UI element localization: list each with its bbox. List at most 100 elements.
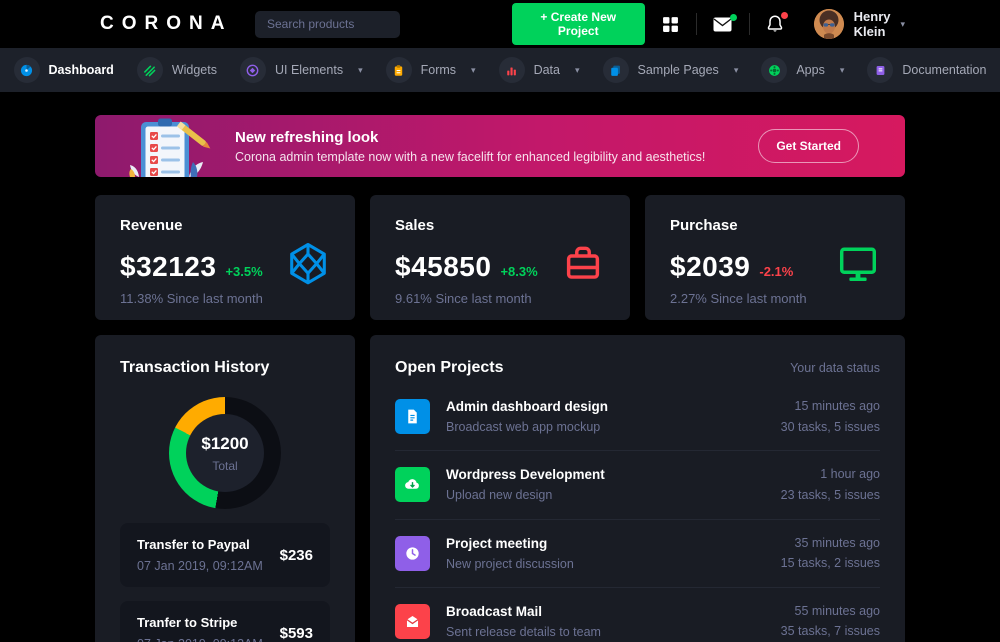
stat-value: $45850 — [395, 251, 492, 282]
project-subtitle: New project discussion — [446, 556, 574, 571]
transaction-date: 07 Jan 2019, 09:12AM — [137, 637, 263, 642]
donut-total-value: $1200 — [201, 433, 249, 453]
ui-elements-icon — [239, 57, 266, 83]
envelope-open-icon — [395, 603, 430, 639]
project-subtitle: Broadcast web app mockup — [446, 420, 601, 435]
nav-label: Sample Pages — [637, 63, 719, 77]
nav-item-dashboard[interactable]: Dashboard — [10, 57, 118, 83]
nav-item-widgets[interactable]: Widgets — [133, 57, 221, 83]
bar-chart-icon — [498, 57, 525, 83]
open-projects-header: Open Projects Your data status — [395, 359, 880, 377]
main-navbar: Dashboard Widgets UI Elements ▾ Forms ▾ … — [0, 48, 1000, 92]
stat-value: $32123 — [120, 251, 217, 282]
data-status-label: Your data status — [790, 361, 880, 375]
project-subtitle: Upload new design — [446, 488, 553, 503]
transaction-name: Tranfer to Stripe — [137, 615, 238, 630]
nav-label: Dashboard — [48, 63, 114, 77]
project-time: 15 minutes ago — [794, 399, 880, 413]
chevron-down-icon: ▾ — [358, 64, 363, 75]
project-row[interactable]: Wordpress Development Upload new design … — [395, 451, 880, 520]
user-avatar[interactable] — [813, 9, 844, 39]
open-projects-card: Open Projects Your data status Admin das… — [370, 335, 905, 642]
apps-grid-icon[interactable] — [645, 16, 696, 33]
donut-center: $1200 Total — [186, 414, 264, 492]
search-input[interactable] — [255, 10, 400, 38]
clock-icon — [395, 535, 430, 571]
banner-title: New refreshing look — [235, 128, 379, 146]
nav-item-ui-elements[interactable]: UI Elements ▾ — [236, 57, 367, 83]
stat-title: Purchase — [670, 217, 738, 234]
monitor-icon — [835, 240, 881, 291]
user-menu-caret-icon[interactable]: ▾ — [900, 19, 905, 30]
stat-note: 9.61% Since last month — [395, 291, 532, 306]
stat-title: Revenue — [120, 217, 183, 234]
mail-icon[interactable] — [696, 13, 749, 32]
get-started-button[interactable]: Get Started — [758, 129, 859, 163]
chevron-down-icon: ▾ — [733, 64, 739, 75]
project-row[interactable]: Admin dashboard design Broadcast web app… — [395, 383, 880, 452]
nav-item-apps[interactable]: Apps ▾ — [757, 57, 848, 83]
stat-title: Sales — [395, 217, 435, 234]
transaction-history-card: Transaction History $1200 Total Transfer… — [95, 335, 355, 642]
transaction-date: 07 Jan 2019, 09:12AM — [137, 559, 263, 573]
project-row[interactable]: Project meeting New project discussion 3… — [395, 520, 880, 588]
topbar-actions: Henry Klein ▾ — [645, 9, 905, 39]
nav-item-data[interactable]: Data ▾ — [495, 57, 584, 83]
project-time: 55 minutes ago — [794, 603, 880, 618]
nav-label: UI Elements — [274, 63, 344, 77]
cloud-download-icon — [395, 467, 430, 503]
transaction-row[interactable]: Transfer to Paypal 07 Jan 2019, 09:12AM … — [120, 523, 330, 587]
stat-note: 11.38% Since last month — [120, 291, 263, 306]
project-time: 35 minutes ago — [794, 535, 880, 550]
project-tasks-issues: 30 tasks, 5 issues — [780, 419, 880, 434]
clipboard-icon — [385, 57, 412, 83]
create-new-project-button[interactable]: + Create New Project — [512, 3, 645, 45]
transaction-donut-chart: $1200 Total — [169, 397, 281, 509]
transaction-name: Transfer to Paypal — [137, 537, 250, 552]
nav-item-documentation[interactable]: Documentation — [863, 57, 990, 83]
cube-icon — [285, 240, 331, 291]
transaction-amount: $236 — [279, 546, 313, 564]
stat-value: $2039 — [670, 251, 751, 282]
chevron-down-icon: ▾ — [839, 64, 845, 75]
notifications-bell-icon[interactable] — [750, 12, 800, 33]
open-projects-title: Open Projects — [395, 359, 504, 376]
project-list: Admin dashboard design Broadcast web app… — [395, 383, 880, 642]
project-subtitle: Sent release details to team — [446, 624, 601, 639]
mail-status-dot — [730, 13, 738, 21]
stats-row: Revenue $32123 +3.5% 11.38% Since last m… — [95, 195, 905, 320]
chevron-down-icon: ▾ — [574, 64, 580, 75]
project-row[interactable]: Broadcast Mail Sent release details to t… — [395, 588, 880, 642]
nav-item-forms[interactable]: Forms ▾ — [382, 57, 480, 83]
stat-change: +8.3% — [500, 264, 538, 279]
project-time: 1 hour ago — [820, 467, 880, 482]
user-name[interactable]: Henry Klein — [854, 9, 895, 39]
project-title: Project meeting — [446, 535, 548, 551]
announcement-banner: New refreshing look Corona admin templat… — [95, 115, 905, 177]
main-content: New refreshing look Corona admin templat… — [95, 92, 905, 642]
purchase-card: Purchase $2039 -2.1% 2.27% Since last mo… — [645, 195, 905, 320]
project-tasks-issues: 23 tasks, 5 issues — [780, 487, 880, 502]
clipboard-illustration — [111, 117, 226, 177]
briefcase-icon — [560, 240, 606, 291]
donut-total-label: Total — [212, 458, 238, 473]
copy-pages-icon — [602, 57, 629, 83]
brand-logo[interactable]: CORONA — [100, 13, 255, 35]
nav-label: Apps — [796, 63, 825, 77]
nav-label: Data — [533, 63, 560, 77]
transaction-amount: $593 — [279, 624, 313, 642]
project-title: Broadcast Mail — [446, 603, 543, 619]
apps-icon — [761, 57, 788, 83]
file-icon — [395, 399, 430, 435]
transaction-history-title: Transaction History — [120, 359, 270, 376]
project-title: Admin dashboard design — [446, 399, 609, 415]
transaction-row[interactable]: Tranfer to Stripe 07 Jan 2019, 09:12AM $… — [120, 601, 330, 642]
notification-dot — [780, 12, 788, 19]
nav-item-sample-pages[interactable]: Sample Pages ▾ — [599, 57, 743, 83]
topbar: CORONA + Create New Project Henry Klein … — [0, 0, 1000, 48]
stat-note: 2.27% Since last month — [670, 291, 807, 306]
nav-label: Widgets — [171, 63, 217, 77]
stat-change: -2.1% — [759, 264, 794, 279]
documentation-icon — [867, 57, 894, 83]
stat-change: +3.5% — [225, 264, 263, 279]
